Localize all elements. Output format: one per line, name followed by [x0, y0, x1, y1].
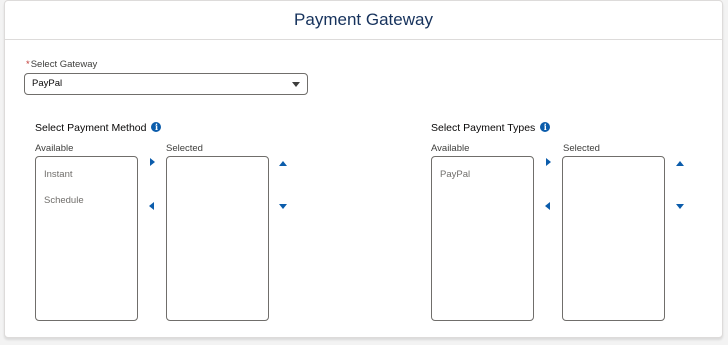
move-right-icon[interactable]	[150, 158, 155, 166]
chevron-down-icon	[292, 82, 300, 87]
move-left-icon[interactable]	[149, 202, 154, 210]
gateway-label: *Select Gateway	[26, 59, 97, 70]
gateway-label-text: Select Gateway	[30, 59, 98, 70]
gateway-select-value: PayPal	[32, 78, 63, 89]
payment-gateway-card: Payment Gateway *Select Gateway PayPal S…	[4, 0, 723, 338]
payment-types-title-text: Select Payment Types	[431, 122, 536, 134]
move-up-icon[interactable]	[676, 161, 684, 166]
move-down-icon[interactable]	[279, 204, 287, 209]
method-selected-label: Selected	[166, 143, 203, 154]
types-available-label: Available	[431, 143, 470, 154]
list-item[interactable]: Instant	[44, 169, 73, 180]
move-right-icon[interactable]	[546, 158, 551, 166]
payment-method-title: Select Payment Method i	[35, 122, 162, 134]
payment-method-title-text: Select Payment Method	[35, 122, 147, 134]
move-left-icon[interactable]	[545, 202, 550, 210]
types-available-listbox[interactable]: PayPal	[431, 156, 534, 321]
required-marker: *	[26, 59, 30, 70]
gateway-select[interactable]: PayPal	[24, 73, 308, 95]
list-item[interactable]: PayPal	[440, 169, 470, 180]
method-available-label: Available	[35, 143, 74, 154]
types-selected-label: Selected	[563, 143, 600, 154]
info-icon[interactable]: i	[540, 122, 551, 132]
list-item[interactable]: Schedule	[44, 195, 84, 206]
method-selected-listbox[interactable]	[166, 156, 269, 321]
types-selected-listbox[interactable]	[562, 156, 665, 321]
method-available-listbox[interactable]: Instant Schedule	[35, 156, 138, 321]
move-down-icon[interactable]	[676, 204, 684, 209]
page-title: Payment Gateway	[5, 1, 722, 40]
move-up-icon[interactable]	[279, 161, 287, 166]
info-icon[interactable]: i	[151, 122, 162, 132]
payment-types-title: Select Payment Types i	[431, 122, 551, 134]
